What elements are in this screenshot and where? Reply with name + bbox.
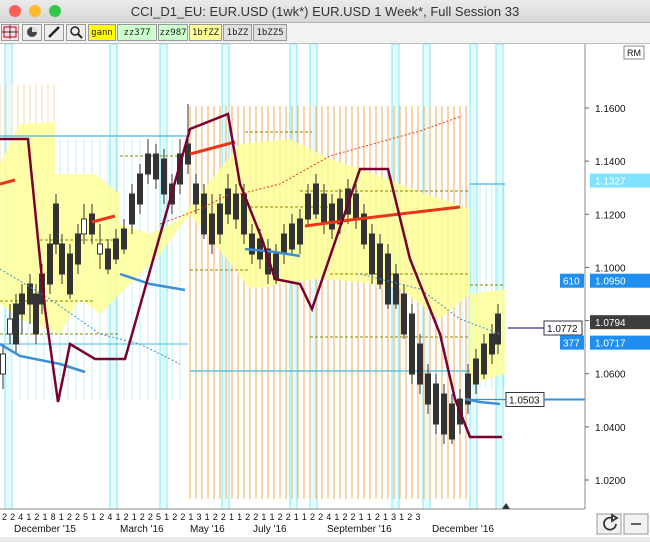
candle-body [321, 193, 327, 225]
toolbar-button-1bzz5[interactable]: 1bZZ5 [253, 24, 287, 41]
candle-body [225, 188, 231, 215]
candle-body [441, 393, 447, 435]
toolbar-button-zz987[interactable]: zz987 [158, 24, 188, 41]
price-label: 1.1400 [595, 157, 626, 168]
rm-label: RM [627, 48, 641, 58]
toolbar-button-1bfzz[interactable]: 1bfZZ [189, 24, 222, 41]
candle-body [59, 243, 65, 275]
price-badge-label: 1.0717 [595, 339, 626, 350]
price-label: 1.0400 [595, 423, 626, 434]
candle-body [425, 373, 431, 405]
candle-body [473, 358, 479, 385]
blue-ma [0, 342, 86, 374]
candle-body [105, 248, 111, 270]
candle-body [313, 183, 319, 215]
candle-body [193, 183, 199, 205]
candle-body [393, 273, 399, 305]
price-label: 1.1000 [595, 263, 626, 274]
candle-body [185, 143, 191, 165]
candle-body [67, 253, 73, 295]
candle-body [7, 318, 13, 335]
candle-body [233, 193, 239, 220]
candle-body [449, 403, 455, 440]
price-badge-label: 1.1327 [595, 177, 626, 188]
candle-body [401, 293, 407, 335]
candle-body [129, 193, 135, 225]
boxed-value-label: 1.0772 [547, 324, 578, 335]
date-label: December '15 [14, 524, 76, 535]
candle-body [329, 203, 335, 230]
candle-body [19, 293, 25, 315]
candle-body [433, 383, 439, 425]
boxed-value-label: 1.0503 [509, 395, 540, 406]
pencil-icon[interactable] [44, 24, 64, 41]
candle-body [209, 213, 215, 245]
candle-body [353, 193, 359, 220]
date-label: September '16 [327, 524, 392, 535]
price-badge-label: 1.0794 [595, 318, 626, 329]
fib-badge-label: 377 [563, 339, 580, 350]
crosshair-icon[interactable] [1, 24, 19, 41]
pie-icon[interactable] [22, 24, 42, 41]
candle-body [161, 158, 167, 195]
price-badge-label: 1.0950 [595, 277, 626, 288]
candle-body [489, 333, 495, 355]
candle-body [217, 203, 223, 235]
fib-badge-label: 610 [563, 277, 580, 288]
toolbar: gann zz377 zz987 1bfZZ 1bZZ 1bZZ5 [0, 23, 650, 44]
price-label: 1.0600 [595, 370, 626, 381]
candle-body [305, 193, 311, 220]
date-label: December '16 [432, 524, 494, 535]
candle-body [377, 243, 383, 285]
candle-body [201, 193, 207, 235]
candle-body [53, 203, 59, 245]
chart-area[interactable]: 1.16001.14001.12001.10001.08001.06001.04… [0, 43, 650, 537]
candle-body [33, 293, 39, 335]
candle-body [145, 153, 151, 175]
candle-body [113, 238, 119, 260]
price-chart[interactable]: 1.16001.14001.12001.10001.08001.06001.04… [0, 43, 650, 537]
price-label: 1.0200 [595, 476, 626, 487]
window-title: CCI_D1_EU: EUR.USD (1wk*) EUR.USD 1 Week… [130, 4, 520, 19]
price-label: 1.1200 [595, 210, 626, 221]
candle-body [97, 243, 103, 255]
candle-body [481, 343, 487, 375]
toolbar-button-gann[interactable]: gann [88, 24, 116, 41]
zoom-icon[interactable] [66, 24, 86, 41]
toolbar-button-1bzz[interactable]: 1bZZ [223, 24, 252, 41]
candle-body [89, 213, 95, 235]
candle-body [81, 218, 87, 235]
candle-body [409, 313, 415, 375]
candle-body [75, 233, 81, 265]
candle-body [297, 218, 303, 245]
toolbar-button-zz377[interactable]: zz377 [117, 24, 157, 41]
candle-body [121, 228, 127, 250]
candle-body [417, 343, 423, 385]
candle-body [137, 173, 143, 205]
candle-body [281, 233, 287, 255]
candle-body [369, 233, 375, 275]
candle-body [385, 253, 391, 305]
candle-body [495, 313, 501, 345]
price-label: 1.1600 [595, 104, 626, 115]
date-label: July '16 [253, 524, 287, 535]
candle-body [13, 303, 19, 345]
candle-body [47, 243, 53, 285]
date-label: May '16 [190, 524, 225, 535]
date-ticks: 2 2 4 1 2 1 8 1 2 2 5 1 2 4 1 2 1 2 2 5 … [2, 512, 421, 522]
candle-body [0, 353, 6, 375]
date-label: March '16 [120, 524, 164, 535]
candle-body [153, 153, 159, 180]
title-bar: CCI_D1_EU: EUR.USD (1wk*) EUR.USD 1 Week… [0, 0, 650, 23]
candle-body [289, 223, 295, 250]
cyan-band [495, 43, 504, 510]
candle-body [27, 283, 33, 305]
